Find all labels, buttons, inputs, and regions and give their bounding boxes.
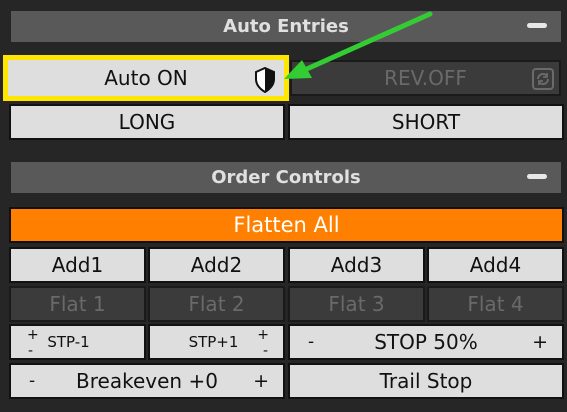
breakeven-label: Breakeven +0 — [76, 369, 218, 393]
auto-on-label: Auto ON — [104, 66, 188, 90]
collapse-auto-entries-icon[interactable] — [527, 23, 547, 28]
flat2-label: Flat 2 — [188, 292, 245, 316]
stp-plus-minus-sign: - — [262, 343, 268, 359]
breakeven-minus-sign: - — [29, 371, 36, 391]
flat1-button[interactable]: Flat 1 — [9, 286, 146, 322]
stop-50-minus-sign: - — [308, 332, 315, 352]
stop-50-plus-sign: + — [532, 331, 548, 353]
stp-minus-minus-sign: - — [28, 343, 34, 359]
flat3-button[interactable]: Flat 3 — [288, 286, 425, 322]
trail-stop-label: Trail Stop — [379, 369, 473, 393]
add4-label: Add4 — [469, 253, 522, 277]
add1-label: Add1 — [51, 253, 104, 277]
flat1-label: Flat 1 — [49, 292, 106, 316]
stp-minus-plus-sign: + — [27, 327, 39, 343]
arrow-icon — [284, 11, 433, 79]
flatten-all-label: Flatten All — [233, 213, 340, 237]
add1-button[interactable]: Add1 — [9, 247, 146, 283]
short-button[interactable]: SHORT — [288, 104, 564, 140]
stp-plus-plus-sign: + — [257, 327, 269, 343]
stop-50-button[interactable]: - STOP 50% + — [288, 324, 564, 360]
stp-minus-button[interactable]: + - STP-1 — [9, 324, 146, 360]
order-controls-title: Order Controls — [211, 167, 361, 188]
long-label: LONG — [118, 110, 176, 134]
flatten-all-button[interactable]: Flatten All — [9, 207, 564, 243]
order-controls-header[interactable]: Order Controls — [11, 162, 561, 193]
trail-stop-button[interactable]: Trail Stop — [288, 363, 564, 399]
short-label: SHORT — [391, 110, 461, 134]
stp-minus-label: STP-1 — [47, 333, 90, 351]
add2-label: Add2 — [190, 253, 243, 277]
flat3-label: Flat 3 — [328, 292, 385, 316]
flat4-button[interactable]: Flat 4 — [427, 286, 564, 322]
refresh-icon — [532, 68, 554, 90]
stop-50-label: STOP 50% — [374, 330, 478, 354]
add2-button[interactable]: Add2 — [148, 247, 285, 283]
add4-button[interactable]: Add4 — [427, 247, 564, 283]
add3-button[interactable]: Add3 — [288, 247, 425, 283]
flat4-label: Flat 4 — [467, 292, 524, 316]
breakeven-plus-sign: + — [253, 370, 269, 392]
collapse-order-controls-icon[interactable] — [527, 174, 547, 179]
add3-label: Add3 — [330, 253, 383, 277]
stp-plus-label: STP+1 — [188, 333, 239, 351]
stp-plus-button[interactable]: STP+1 + - — [148, 324, 285, 360]
long-button[interactable]: LONG — [9, 104, 285, 140]
flat2-button[interactable]: Flat 2 — [148, 286, 285, 322]
auto-on-button[interactable]: Auto ON — [8, 60, 284, 96]
breakeven-button[interactable]: - Breakeven +0 + — [9, 363, 285, 399]
